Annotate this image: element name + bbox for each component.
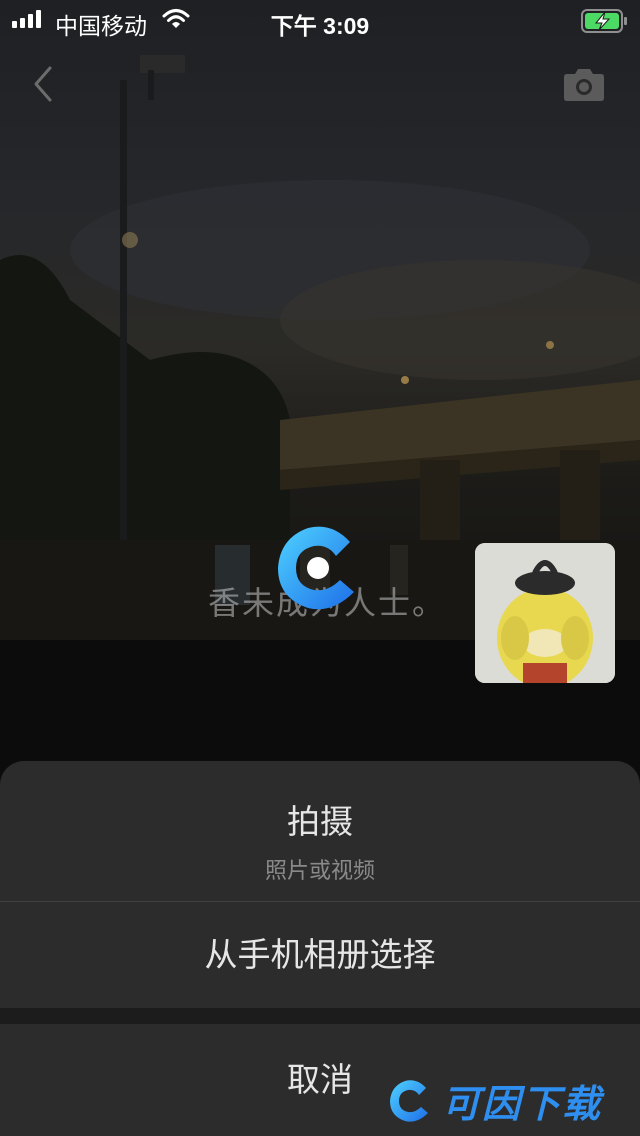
- take-photo-label: 拍摄: [287, 803, 353, 840]
- choose-from-album-button[interactable]: 从手机相册选择: [0, 902, 640, 1008]
- take-photo-button[interactable]: 拍摄 照片或视频: [0, 761, 640, 901]
- cartoon-duck-avatar-icon: [475, 543, 615, 683]
- battery-charging-icon: [581, 9, 627, 33]
- section-gap: [0, 1008, 640, 1024]
- back-chevron-icon[interactable]: [28, 62, 58, 106]
- avatar[interactable]: [475, 543, 615, 683]
- watermark-logo-icon: [390, 1080, 428, 1122]
- camera-icon[interactable]: [562, 68, 606, 102]
- watermark: 可因下载: [386, 1072, 602, 1128]
- loading-logo-icon: [278, 526, 354, 610]
- take-photo-sublabel: 照片或视频: [264, 858, 375, 883]
- status-bar: 中国移动 下午 3:09: [0, 0, 640, 40]
- watermark-text: 可因下载: [442, 1083, 603, 1126]
- clock: 下午 3:09: [270, 13, 370, 39]
